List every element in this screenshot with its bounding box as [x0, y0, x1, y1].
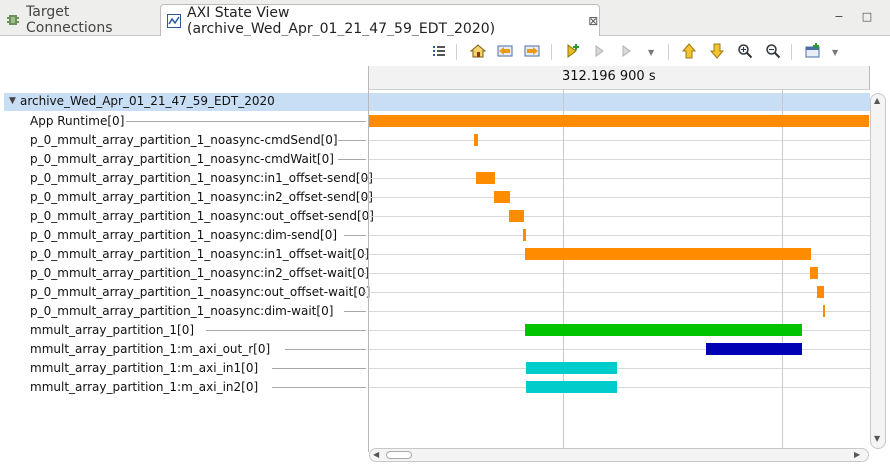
- column-divider[interactable]: [368, 90, 369, 452]
- prev-marker-icon[interactable]: [592, 42, 610, 60]
- chevron-down-icon[interactable]: ▼: [648, 48, 654, 57]
- scroll-thumb[interactable]: [386, 451, 412, 459]
- leader-line: [362, 292, 366, 293]
- zoom-in-icon[interactable]: [736, 42, 754, 60]
- leader-line: [271, 368, 366, 369]
- leader-line: [337, 159, 366, 160]
- leader-line: [362, 254, 366, 255]
- leader-line: [205, 330, 366, 331]
- expand-arrow-icon[interactable]: ▼: [9, 96, 16, 106]
- leader-line: [344, 311, 366, 312]
- signal-trace: [369, 311, 870, 312]
- toolbar: ▼ ▼: [0, 36, 890, 66]
- forward-marker-icon[interactable]: [523, 42, 541, 60]
- signal-trace: [369, 368, 870, 369]
- signal-label[interactable]: mmult_array_partition_1:m_axi_out_r[0]: [30, 342, 270, 356]
- scroll-right-icon[interactable]: ▶: [854, 450, 860, 459]
- maximize-button[interactable]: □: [860, 10, 874, 24]
- scroll-down-icon[interactable]: ▼: [874, 434, 880, 443]
- signal-trace: [369, 216, 870, 217]
- tab-strip: Target Connections AXI State View (archi…: [0, 0, 890, 37]
- transaction-bar[interactable]: [817, 286, 824, 298]
- signal-label[interactable]: p_0_mmult_array_partition_1_noasync:in1_…: [30, 171, 373, 185]
- leader-line: [362, 273, 366, 274]
- tab-label: AXI State View (archive_Wed_Apr_01_21_47…: [187, 4, 496, 37]
- transaction-bar[interactable]: [525, 324, 802, 336]
- cursor-line: [563, 90, 564, 448]
- names-header: [4, 66, 368, 90]
- signal-trace: [369, 273, 870, 274]
- transaction-bar[interactable]: [523, 229, 526, 241]
- transaction-bar[interactable]: [525, 248, 811, 260]
- leader-line: [271, 387, 366, 388]
- grid-line: [782, 90, 783, 448]
- transaction-bar[interactable]: [706, 343, 802, 355]
- group-label: archive_Wed_Apr_01_21_47_59_EDT_2020: [20, 94, 275, 108]
- zoom-out-icon[interactable]: [764, 42, 782, 60]
- back-marker-icon[interactable]: [496, 42, 514, 60]
- home-icon[interactable]: [469, 42, 487, 60]
- next-marker-icon[interactable]: [619, 42, 637, 60]
- signal-label[interactable]: p_0_mmult_array_partition_1_noasync:in1_…: [30, 247, 369, 261]
- signal-trace: [369, 235, 870, 236]
- tab-target-connections[interactable]: Target Connections: [0, 4, 160, 36]
- transaction-bar[interactable]: [476, 172, 495, 184]
- signal-trace: [369, 387, 870, 388]
- target-connections-icon: [6, 13, 20, 27]
- signal-label[interactable]: mmult_array_partition_1:m_axi_in2[0]: [30, 380, 258, 394]
- transaction-bar[interactable]: [526, 362, 617, 374]
- transaction-bar[interactable]: [474, 134, 478, 146]
- signal-label[interactable]: App Runtime[0]: [30, 114, 124, 128]
- vertical-scrollbar[interactable]: ▲ ▼: [870, 93, 886, 449]
- transaction-bar[interactable]: [494, 191, 510, 203]
- waveform-icon: [167, 13, 181, 28]
- horizontal-scrollbar[interactable]: ◀ ▶: [369, 448, 869, 462]
- signal-trace: [369, 159, 870, 160]
- tab-label: Target Connections: [26, 4, 113, 36]
- signal-label[interactable]: p_0_mmult_array_partition_1_noasync-cmdW…: [30, 152, 334, 166]
- down-arrow-icon[interactable]: [708, 42, 726, 60]
- signal-label[interactable]: p_0_mmult_array_partition_1_noasync:dim-…: [30, 304, 333, 318]
- signal-trace: [369, 140, 870, 141]
- cursor-time-label: 312.196 900 s: [562, 69, 656, 84]
- signal-label[interactable]: p_0_mmult_array_partition_1_noasync:in2_…: [30, 266, 369, 280]
- transaction-bar[interactable]: [823, 305, 825, 317]
- time-ruler[interactable]: 312.196 900 s: [368, 66, 870, 90]
- leader-line: [344, 235, 366, 236]
- leader-line: [362, 178, 366, 179]
- signal-trace: [369, 197, 870, 198]
- close-icon[interactable]: ⊠: [588, 14, 599, 28]
- view-menu-icon[interactable]: [804, 42, 822, 60]
- signal-label[interactable]: mmult_array_partition_1:m_axi_in1[0]: [30, 361, 258, 375]
- add-marker-icon[interactable]: [564, 42, 582, 60]
- transaction-bar[interactable]: [509, 210, 524, 222]
- signal-trace: [369, 178, 870, 179]
- signal-label[interactable]: p_0_mmult_array_partition_1_noasync:in2_…: [30, 190, 373, 204]
- up-arrow-icon[interactable]: [680, 42, 698, 60]
- transaction-bar[interactable]: [526, 381, 617, 393]
- scroll-up-icon[interactable]: ▲: [874, 96, 880, 105]
- leader-line: [284, 349, 366, 350]
- signal-label[interactable]: mmult_array_partition_1[0]: [30, 323, 194, 337]
- leader-line: [362, 216, 366, 217]
- leader-line: [337, 140, 366, 141]
- tab-axi-state-view[interactable]: AXI State View (archive_Wed_Apr_01_21_47…: [160, 4, 600, 37]
- signal-trace: [369, 292, 870, 293]
- transaction-bar[interactable]: [369, 115, 869, 127]
- transaction-bar[interactable]: [810, 267, 818, 279]
- chevron-down-icon[interactable]: ▼: [832, 48, 838, 57]
- leader-line: [362, 197, 366, 198]
- minimize-button[interactable]: −: [832, 10, 846, 24]
- signal-label[interactable]: p_0_mmult_array_partition_1_noasync:out_…: [30, 209, 374, 223]
- signal-label[interactable]: p_0_mmult_array_partition_1_noasync-cmdS…: [30, 133, 338, 147]
- leader-line: [126, 121, 366, 122]
- list-icon[interactable]: [430, 42, 448, 60]
- signal-label[interactable]: p_0_mmult_array_partition_1_noasync:dim-…: [30, 228, 337, 242]
- signal-label[interactable]: p_0_mmult_array_partition_1_noasync:out_…: [30, 285, 370, 299]
- scroll-left-icon[interactable]: ◀: [373, 450, 379, 459]
